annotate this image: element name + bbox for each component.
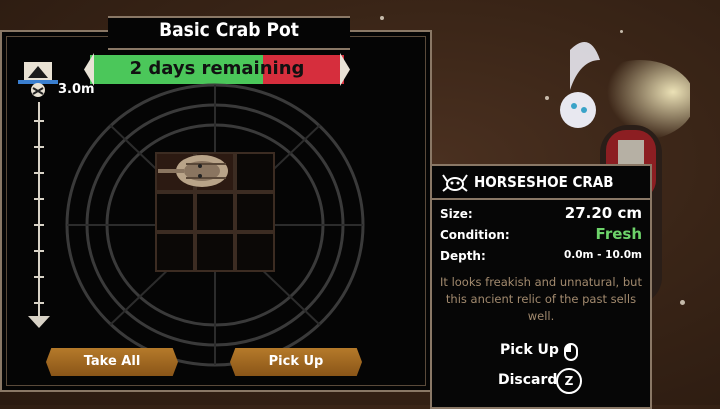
condition-label: Condition: xyxy=(440,228,510,242)
depth-gauge xyxy=(38,102,40,316)
discard-action[interactable]: Discard Z xyxy=(498,368,582,394)
condition-value: Fresh xyxy=(595,225,642,243)
timer-label: 2 days remaining xyxy=(129,58,305,79)
pot-title: Basic Crab Pot xyxy=(159,19,299,41)
depth-tick xyxy=(34,250,44,252)
horseshoe-crab-item[interactable] xyxy=(156,152,232,190)
condition-row: Condition: Fresh xyxy=(440,225,642,243)
background-speck xyxy=(380,16,384,20)
depth-tick xyxy=(34,172,44,174)
depth-row: Depth: 0.0m - 10.0m xyxy=(440,249,642,263)
depth-tick xyxy=(34,302,44,304)
z-key-icon: Z xyxy=(556,368,582,394)
grid-cell[interactable] xyxy=(235,232,275,272)
size-row: Size: 27.20 cm xyxy=(440,204,642,222)
item-detail-card: HORSESHOE CRAB Size: 27.20 cm Condition:… xyxy=(430,164,652,409)
pick-up-button[interactable]: Pick Up xyxy=(230,348,362,376)
depth-tick xyxy=(34,198,44,200)
depth-range: 0.0m - 10.0m xyxy=(563,249,642,261)
grid-cell[interactable] xyxy=(155,192,195,232)
depth-boat-icon xyxy=(18,62,58,97)
crab-icon xyxy=(442,174,468,192)
grid-cell[interactable] xyxy=(155,232,195,272)
size-value: 27.20 cm xyxy=(564,204,642,222)
depth-tick xyxy=(34,224,44,226)
discard-action-label: Discard xyxy=(498,372,558,388)
size-label: Size: xyxy=(440,207,473,221)
grid-cell[interactable] xyxy=(235,152,275,192)
grid-cell[interactable] xyxy=(195,232,235,272)
depth-tick xyxy=(34,120,44,122)
pickup-action-label: Pick Up xyxy=(500,342,559,358)
take-all-button[interactable]: Take All xyxy=(46,348,178,376)
mouse-icon xyxy=(564,343,578,361)
depth-label: Depth: xyxy=(440,249,486,263)
grid-cell[interactable] xyxy=(195,192,235,232)
grid-cell[interactable] xyxy=(235,192,275,232)
depth-tick xyxy=(34,276,44,278)
item-name: HORSESHOE CRAB xyxy=(474,173,614,191)
depth-tick xyxy=(34,146,44,148)
pickup-action[interactable]: Pick Up xyxy=(500,342,578,361)
item-card-header: HORSESHOE CRAB xyxy=(432,166,650,200)
item-description: It looks freakish and unnatural, but thi… xyxy=(440,275,642,323)
